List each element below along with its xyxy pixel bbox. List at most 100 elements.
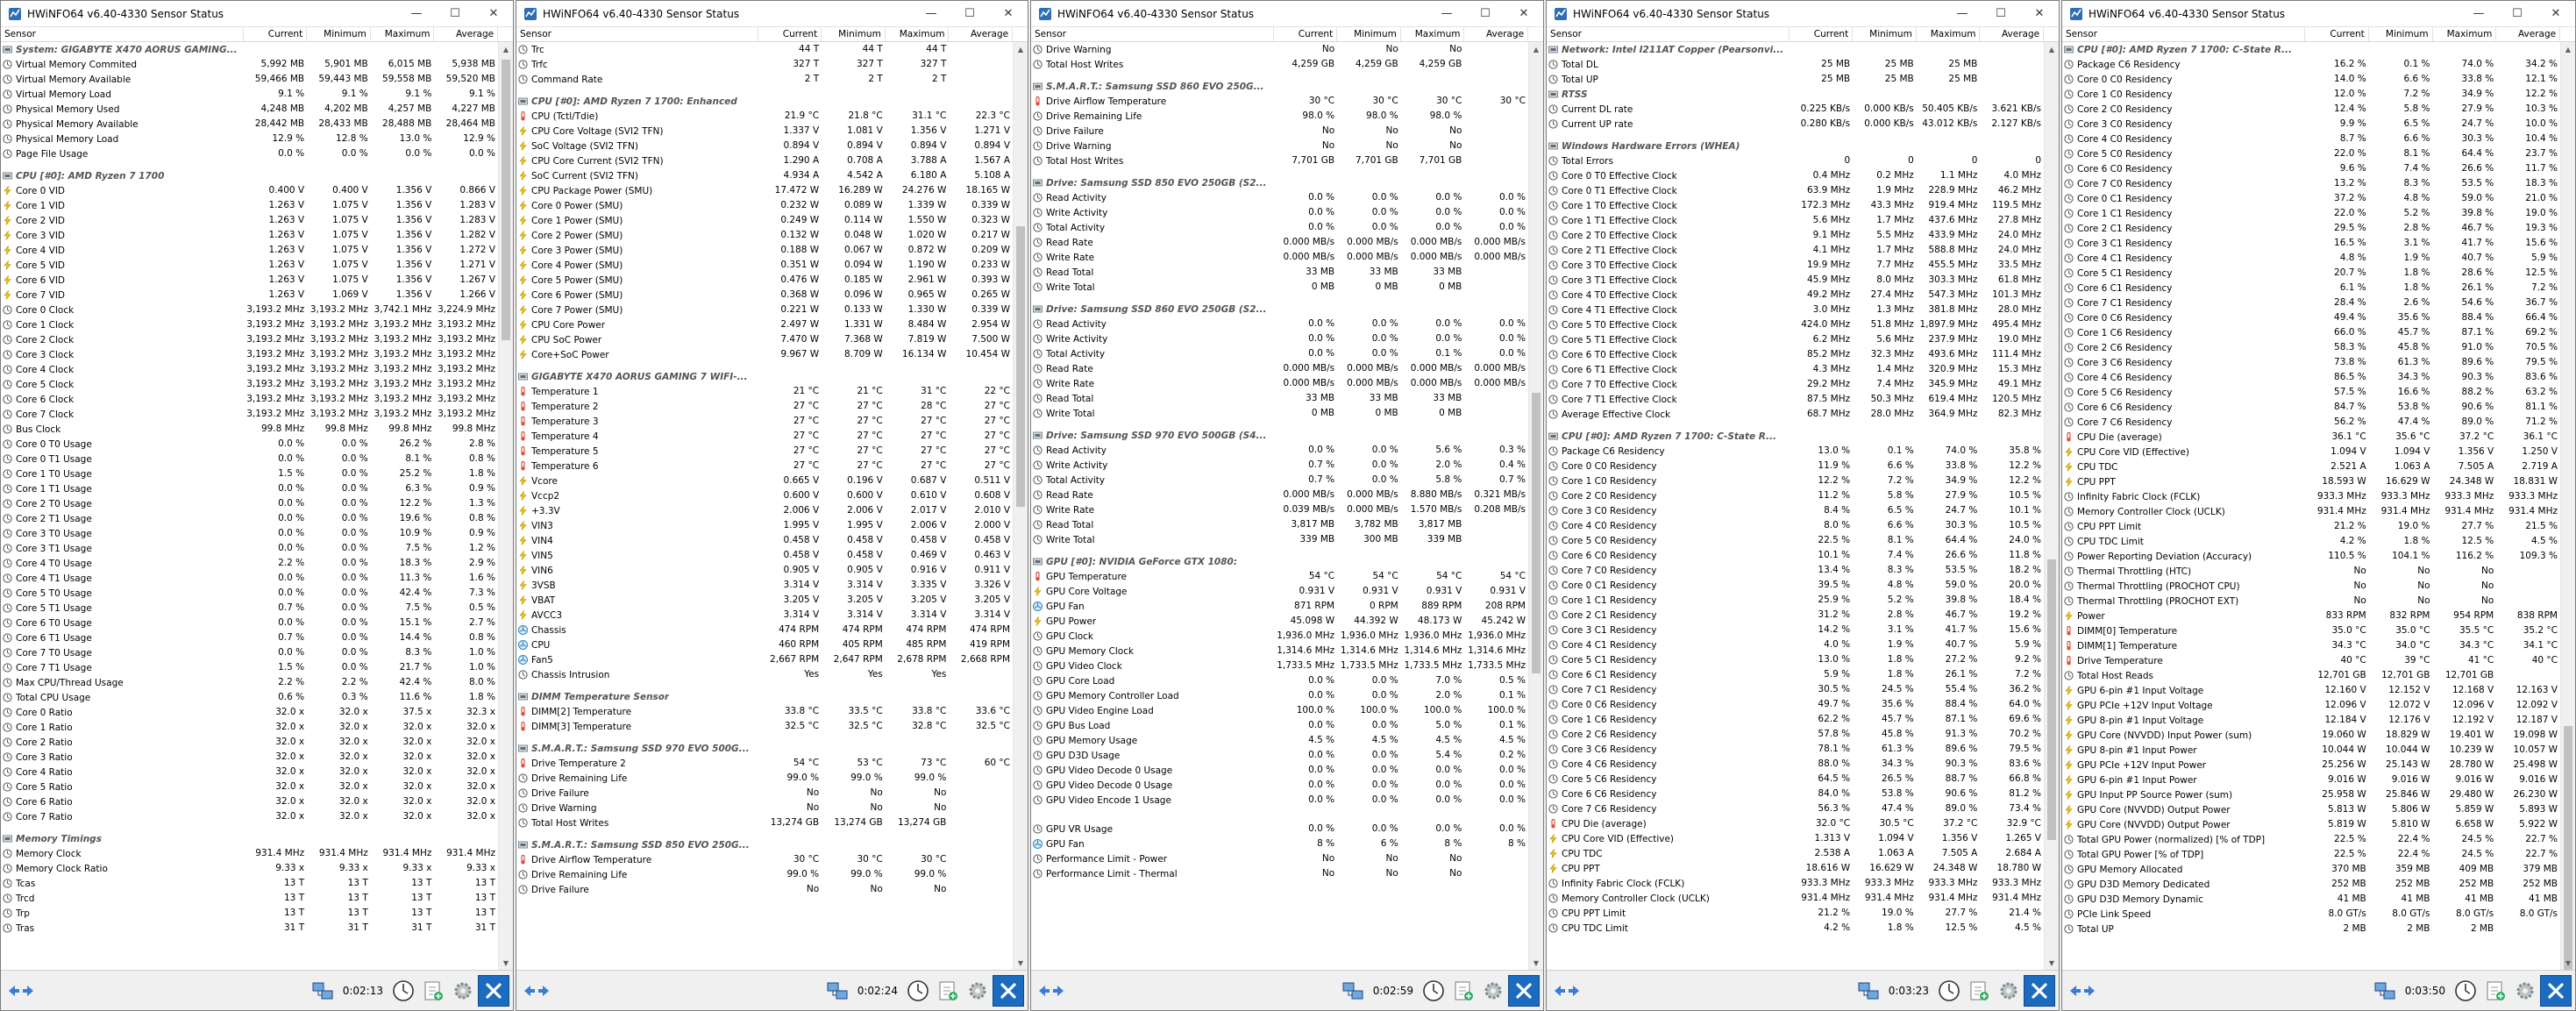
- group-header[interactable]: System: GIGABYTE X470 AORUS GAMING...: [1, 42, 498, 57]
- group-header[interactable]: S.M.A.R.T.: Samsung SSD 860 EVO 250G...: [1031, 79, 1528, 94]
- sensor-row[interactable]: Total UP 25 MB 25 MB 25 MB: [1547, 72, 2044, 87]
- sensor-row[interactable]: CPU Core VID (Effective) 1.313 V 1.094 V 1.…: [1547, 831, 2044, 846]
- sensor-row[interactable]: GPU Core (NVVDD) Output Power 5.813 W 5.80…: [2062, 802, 2560, 817]
- scroll-down-arrow[interactable]: ▼: [1529, 956, 1543, 970]
- sensor-row[interactable]: Temperature 6 27 °C 27 °C 27 °C 27 °C: [516, 459, 1013, 473]
- sensor-row[interactable]: Total Activity 0.0 % 0.0 % 0.0 % 0.0 %: [1031, 220, 1528, 235]
- sensor-row[interactable]: Infinity Fabric Clock (FCLK) 933.3 MHz 933…: [1547, 876, 2044, 891]
- title-bar[interactable]: HWiNFO64 v6.40-4330 Sensor Status — ☐ ✕: [1547, 1, 2059, 27]
- sensor-row[interactable]: DIMM[0] Temperature 35.0 °C 35.0 °C 35.5 °C…: [2062, 623, 2560, 638]
- sensor-row[interactable]: Core 6 C1 Residency 5.9 % 1.8 % 26.1 % 7.2 %: [1547, 667, 2044, 682]
- sensor-row[interactable]: Memory Controller Clock (UCLK) 931.4 MHz 9…: [1547, 891, 2044, 906]
- maximize-button[interactable]: ☐: [2498, 1, 2537, 27]
- group-header[interactable]: RTSS: [1547, 87, 2044, 102]
- sensor-row[interactable]: Total Host Writes 13,274 GB 13,274 GB 13,27…: [516, 815, 1013, 830]
- sensor-row[interactable]: Core 7 C6 Residency 56.3 % 47.4 % 89.0 % 73.…: [1547, 801, 2044, 816]
- sensor-row[interactable]: Core 7 C1 Residency 28.4 % 2.6 % 54.6 % 36.7…: [2062, 295, 2560, 310]
- sensor-row[interactable]: CPU Core Voltage (SVI2 TFN) 1.337 V 1.081 …: [516, 124, 1013, 139]
- title-bar[interactable]: HWiNFO64 v6.40-4330 Sensor Status — ☐ ✕: [2062, 1, 2575, 27]
- sensor-row[interactable]: Memory Controller Clock (UCLK) 931.4 MHz 9…: [2062, 504, 2560, 519]
- sensor-row[interactable]: Core 0 C6 Residency 49.4 % 35.6 % 88.4 % 66.…: [2062, 310, 2560, 325]
- sensor-row[interactable]: Total GPU Power [% of TDP] 22.5 % 22.4 % 24…: [2062, 847, 2560, 862]
- sensor-row[interactable]: Drive Temperature 2 54 °C 53 °C 73 °C 60 °C: [516, 756, 1013, 771]
- sensor-row[interactable]: Temperature 1 21 °C 21 °C 31 °C 22 °C: [516, 384, 1013, 399]
- sensor-row[interactable]: VIN3 1.995 V 1.995 V 2.006 V 2.000 V: [516, 518, 1013, 533]
- sensor-row[interactable]: CPU (Tctl/Tdie) 21.9 °C 21.8 °C 31.1 °C 22.3…: [516, 109, 1013, 124]
- sensor-row[interactable]: Core 3 T1 Usage 0.0 % 0.0 % 7.5 % 1.2 %: [1, 541, 498, 556]
- sensor-row[interactable]: CPU TDC Limit 4.2 % 1.8 % 12.5 % 4.5 %: [1547, 921, 2044, 936]
- sensor-row[interactable]: Core 1 T1 Usage 0.0 % 0.0 % 6.3 % 0.9 %: [1, 481, 498, 496]
- clock-icon[interactable]: [2451, 976, 2480, 1006]
- sensor-row[interactable]: Core 2 C1 Residency 31.2 % 2.8 % 46.7 % 19.2…: [1547, 608, 2044, 623]
- sensor-row[interactable]: Max CPU/Thread Usage 2.2 % 2.2 % 42.4 % 8.0 …: [1, 675, 498, 690]
- sensor-row[interactable]: GPU Memory Allocated 370 MB 359 MB 409 MB 37…: [2062, 862, 2560, 877]
- group-header[interactable]: CPU [#0]: AMD Ryzen 7 1700: C-State R...: [2062, 42, 2560, 57]
- minimize-button[interactable]: —: [397, 1, 436, 27]
- sensor-row[interactable]: GPU Fan 8 % 6 % 8 % 8 %: [1031, 837, 1528, 851]
- minimize-button[interactable]: —: [1427, 1, 1466, 27]
- sensor-row[interactable]: GPU Core Load 0.0 % 0.0 % 7.0 % 0.5 %: [1031, 673, 1528, 688]
- sensor-row[interactable]: Chassis 474 RPM 474 RPM 474 RPM 474 RPM: [516, 623, 1013, 637]
- sensor-row[interactable]: Core 1 Ratio 32.0 x 32.0 x 32.0 x 32.0 x: [1, 720, 498, 735]
- sensor-row[interactable]: Core 1 Power (SMU) 0.249 W 0.114 W 1.550 W0…: [516, 213, 1013, 228]
- column-header-maximum[interactable]: Maximum: [371, 27, 435, 41]
- sensor-row[interactable]: Core 5 VID 1.263 V 1.075 V 1.356 V 1.271 V: [1, 258, 498, 273]
- sensor-row[interactable]: Core 2 T0 Usage 0.0 % 0.0 % 12.2 % 1.3 %: [1, 496, 498, 511]
- sensor-row[interactable]: Core 1 T0 Usage 1.5 % 0.0 % 25.2 % 1.8 %: [1, 466, 498, 481]
- sensor-row[interactable]: GPU Video Encode 1 Usage 0.0 % 0.0 % 0.0 % 0…: [1031, 793, 1528, 808]
- sensor-row[interactable]: Core 0 T1 Usage 0.0 % 0.0 % 8.1 % 0.8 %: [1, 452, 498, 466]
- sensor-row[interactable]: CPU TDC Limit 4.2 % 1.8 % 12.5 % 4.5 %: [2062, 534, 2560, 549]
- sensor-row[interactable]: Read Activity 0.0 % 0.0 % 0.0 % 0.0 %: [1031, 317, 1528, 331]
- sensor-row[interactable]: Total DL 25 MB 25 MB 25 MB: [1547, 57, 2044, 72]
- sensor-row[interactable]: Page File Usage 0.0 % 0.0 % 0.0 % 0.0 %: [1, 146, 498, 161]
- column-header-maximum[interactable]: Maximum: [886, 27, 950, 41]
- sensor-row[interactable]: Core 5 C1 Residency 13.0 % 1.8 % 27.2 % 9.2 …: [1547, 652, 2044, 667]
- sensor-row[interactable]: GPU 6-pin #1 Input Voltage 12.160 V 12.152…: [2062, 683, 2560, 698]
- column-header-average[interactable]: Average: [2496, 27, 2561, 41]
- sensor-row[interactable]: Core 3 T0 Usage 0.0 % 0.0 % 10.9 % 0.9 %: [1, 526, 498, 541]
- scroll-up-arrow[interactable]: ▲: [1014, 42, 1028, 56]
- sensor-row[interactable]: Core 0 C1 Residency 37.2 % 4.8 % 59.0 % 21.0…: [2062, 191, 2560, 206]
- sensor-row[interactable]: Core 2 T1 Usage 0.0 % 0.0 % 19.6 % 0.8 %: [1, 511, 498, 526]
- sensor-row[interactable]: Write Rate 0.000 MB/s 0.000 MB/s 0.000 MB/s…: [1031, 250, 1528, 265]
- sensor-row[interactable]: Core 0 C1 Residency 39.5 % 4.8 % 59.0 % 20.0…: [1547, 578, 2044, 593]
- sensor-row[interactable]: Core 0 Power (SMU) 0.232 W 0.089 W 1.339 W0…: [516, 198, 1013, 213]
- sensor-row[interactable]: Infinity Fabric Clock (FCLK) 933.3 MHz 933…: [2062, 489, 2560, 504]
- close-sensors-button[interactable]: [2024, 974, 2055, 1007]
- vertical-scrollbar[interactable]: ▲ ▼: [498, 42, 513, 970]
- sensor-row[interactable]: Core 2 C0 Residency 12.4 % 5.8 % 27.9 % 10.3…: [2062, 102, 2560, 117]
- sensor-row[interactable]: Temperature 5 27 °C 27 °C 27 °C 27 °C: [516, 444, 1013, 459]
- navigate-arrows-icon[interactable]: [2067, 976, 2097, 1006]
- sensor-row[interactable]: Read Activity 0.0 % 0.0 % 0.0 % 0.0 %: [1031, 190, 1528, 205]
- sensor-row[interactable]: Core 3 VID 1.263 V 1.075 V 1.356 V 1.282 V: [1, 228, 498, 243]
- sensor-row[interactable]: Core 6 C0 Residency 9.6 % 7.4 % 26.6 % 11.7 …: [2062, 161, 2560, 176]
- sensor-row[interactable]: Core 7 T1 Effective Clock 87.5 MHz 50.3 MH…: [1547, 392, 2044, 407]
- sensor-row[interactable]: Core 6 C6 Residency 84.0 % 53.8 % 90.6 % 81.…: [1547, 787, 2044, 801]
- sensor-row[interactable]: Core 6 Ratio 32.0 x 32.0 x 32.0 x 32.0 x: [1, 794, 498, 809]
- sensor-row[interactable]: Read Total 3,817 MB 3,782 MB 3,817 MB: [1031, 517, 1528, 532]
- sensor-row[interactable]: Chassis Intrusion Yes Yes Yes: [516, 667, 1013, 682]
- sensor-row[interactable]: Core 6 Power (SMU) 0.368 W 0.096 W 0.965 W0…: [516, 288, 1013, 303]
- sensor-row[interactable]: Power Reporting Deviation (Accuracy) 110.…: [2062, 549, 2560, 564]
- scroll-up-arrow[interactable]: ▲: [499, 42, 513, 56]
- sensor-row[interactable]: Core 5 T0 Usage 0.0 % 0.0 % 42.4 % 7.3 %: [1, 586, 498, 601]
- settings-gear-icon[interactable]: [1478, 976, 1508, 1006]
- close-button[interactable]: ✕: [474, 1, 513, 27]
- clock-icon[interactable]: [1419, 976, 1448, 1006]
- column-header-current[interactable]: Current: [1790, 27, 1854, 41]
- sensor-row[interactable]: Core 5 C6 Residency 64.5 % 26.5 % 88.7 % 66.…: [1547, 772, 2044, 787]
- sensor-row[interactable]: VIN6 0.905 V 0.905 V 0.916 V 0.911 V: [516, 563, 1013, 578]
- column-header-maximum[interactable]: Maximum: [2433, 27, 2497, 41]
- sensor-row[interactable]: Core 3 T0 Effective Clock 19.9 MHz 7.7 MHz…: [1547, 258, 2044, 273]
- sensor-row[interactable]: Write Rate 0.039 MB/s 0.000 MB/s 1.570 MB/s…: [1031, 502, 1528, 517]
- sensor-row[interactable]: Core+SoC Power 9.967 W 8.709 W 16.134 W 10.4…: [516, 347, 1013, 362]
- sensor-row[interactable]: Core 3 C0 Residency 9.9 % 6.5 % 24.7 % 10.0 …: [2062, 117, 2560, 132]
- close-sensors-button[interactable]: [2540, 974, 2572, 1007]
- sensor-row[interactable]: Physical Memory Available 28,442 MB 28,433…: [1, 117, 498, 132]
- sensor-row[interactable]: CPU PPT Limit 21.2 % 19.0 % 27.7 % 21.4 %: [1547, 906, 2044, 921]
- sensor-row[interactable]: Current UP rate 0.280 KB/s 0.000 KB/s 43.01…: [1547, 117, 2044, 132]
- sensor-row[interactable]: Core 3 Clock 3,193.2 MHz 3,193.2 MHz 3,193.…: [1, 347, 498, 362]
- sensor-row[interactable]: AVCC3 3.314 V 3.314 V 3.314 V 3.314 V: [516, 608, 1013, 623]
- vertical-scrollbar[interactable]: ▲ ▼: [1528, 42, 1543, 970]
- group-header[interactable]: Drive: Samsung SSD 970 EVO 500GB (S4...: [1031, 428, 1528, 443]
